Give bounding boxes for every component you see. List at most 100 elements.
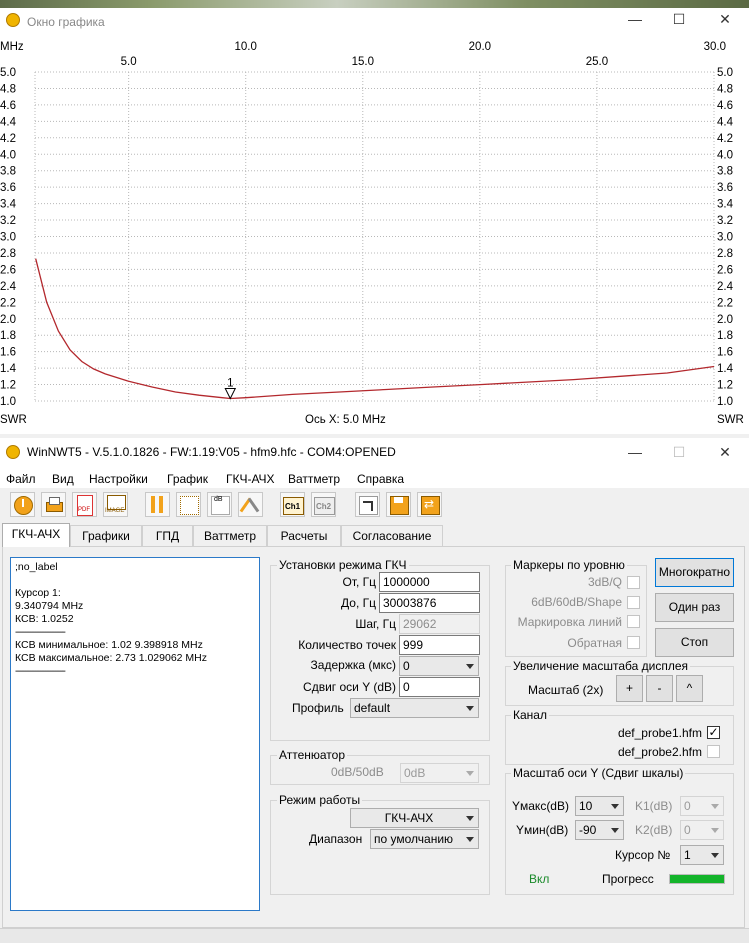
graph-window-title: Окно графика — [27, 15, 105, 29]
tab-sweep[interactable]: ГКЧ-АЧХ — [2, 523, 70, 547]
y-scale-title: Масштаб оси Y (Сдвиг шкалы) — [511, 766, 686, 780]
multi-sweep-button[interactable]: Многократно — [655, 558, 734, 587]
y-tick-labels-left: 5.0 4.8 4.6 4.4 4.2 4.0 3.8 3.6 3.4 3.2 3.0 2.8 2.6 2… — [0, 67, 17, 408]
image-icon[interactable]: IMAGE — [103, 492, 128, 517]
info-line: Курсор 1: — [15, 587, 61, 599]
profile-label: Профиль — [292, 701, 344, 715]
range-select[interactable]: по умолчанию — [370, 829, 479, 849]
cursor-label: Курсор № — [615, 848, 671, 862]
info-line: КСВ минимальное: 1.02 9.398918 MHz — [15, 639, 203, 651]
y-tick-label: 4.2 — [0, 133, 16, 145]
exchange-icon[interactable]: ⇄ — [417, 492, 442, 517]
menu-graph[interactable]: График — [167, 470, 208, 488]
info-text-box[interactable]: ;no_label Курсор 1: 9.340794 MHz КСВ: 1.… — [10, 557, 260, 911]
tab-matching[interactable]: Согласование — [341, 525, 443, 546]
zoom-out-button[interactable]: - — [646, 675, 673, 702]
menu-help[interactable]: Справка — [357, 470, 404, 488]
y-tick-label: 3.0 — [0, 232, 16, 244]
marker-reverse-checkbox[interactable] — [627, 636, 640, 649]
ymax-label: Yмакс(dB) — [512, 799, 569, 813]
save-icon[interactable] — [386, 492, 411, 517]
mode-title: Режим работы — [277, 793, 363, 807]
swr-series-line — [35, 258, 715, 400]
minimize-icon[interactable]: — — [620, 8, 650, 30]
y-tick-label: 1.4 — [717, 363, 734, 375]
ymin-select[interactable]: -90 — [575, 820, 624, 840]
marker-lines-checkbox[interactable] — [627, 615, 640, 628]
maximize-icon[interactable]: ☐ — [664, 8, 694, 30]
probe1-checkbox[interactable]: ✓ — [707, 726, 720, 739]
sweep-icon[interactable] — [355, 492, 380, 517]
antenna-icon[interactable] — [238, 492, 263, 517]
y-tick-label: 2.4 — [0, 281, 17, 293]
zoom-in-button[interactable]: + — [616, 675, 643, 702]
profile-select[interactable]: default — [350, 698, 479, 718]
minimize-icon[interactable]: — — [620, 441, 650, 463]
y-tick-label: 5.0 — [717, 67, 733, 79]
level-markers-title: Маркеры по уровню — [511, 558, 627, 572]
menu-view[interactable]: Вид — [52, 470, 74, 488]
close-icon[interactable]: ✕ — [710, 8, 740, 30]
delay-select[interactable]: 0 — [399, 656, 479, 676]
print-icon[interactable] — [41, 492, 66, 517]
ch2-icon[interactable]: Ch2 — [311, 492, 336, 517]
ch1-icon[interactable]: Ch1 — [280, 492, 305, 517]
probe2-label: def_probe2.hfm — [617, 745, 702, 759]
x-tick-label: 20.0 — [469, 41, 491, 53]
menu-settings[interactable]: Настройки — [89, 470, 148, 488]
chevron-down-icon — [466, 706, 474, 711]
ymax-select[interactable]: 10 — [575, 796, 624, 816]
zoom-reset-button[interactable]: ^ — [676, 675, 703, 702]
power-icon[interactable] — [10, 492, 35, 517]
to-input[interactable]: 30003876 — [379, 593, 480, 613]
marker-label: 1 — [227, 378, 233, 390]
y-tick-label: 4.6 — [0, 100, 16, 112]
y-tick-label: 1.6 — [0, 347, 16, 359]
probe1-label: def_probe1.hfm — [617, 726, 702, 740]
marker-6db-checkbox[interactable] — [627, 596, 640, 609]
tab-calculations[interactable]: Расчеты — [267, 525, 341, 546]
background-strip — [0, 0, 749, 8]
tab-graphs[interactable]: Графики — [70, 525, 142, 546]
chart-grid — [34, 71, 715, 402]
x-tick-label: 10.0 — [235, 41, 257, 53]
marker-lines-label: Маркировка линий — [517, 615, 622, 629]
y-tick-label: 4.0 — [0, 149, 16, 161]
y-tick-label: 3.2 — [717, 215, 733, 227]
cursor-select[interactable]: 1 — [680, 845, 724, 865]
x-tick-label: 30.0 — [704, 41, 726, 53]
pdf-icon[interactable]: PDF — [72, 492, 97, 517]
attenuator-label: 0dB/50dB — [331, 765, 384, 779]
y-tick-label: 2.0 — [717, 314, 733, 326]
grid-icon[interactable] — [176, 492, 201, 517]
y-tick-label: 4.0 — [717, 149, 733, 161]
from-label: От, Гц — [342, 575, 376, 589]
marker-3db-checkbox[interactable] — [627, 576, 640, 589]
menu-sweep[interactable]: ГКЧ-АЧХ — [226, 470, 275, 488]
tab-wattmeter[interactable]: Ваттметр — [193, 525, 267, 546]
menu-wattmeter[interactable]: Ваттметр — [288, 470, 340, 488]
menu-file[interactable]: Файл — [6, 470, 36, 488]
app-logo-icon — [6, 445, 20, 459]
x-tick-label: 15.0 — [352, 56, 374, 68]
step-label: Шаг, Гц — [355, 617, 396, 631]
yshift-label: Сдвиг оси Y (dB) — [303, 680, 396, 694]
tab-vfo[interactable]: ГПД — [142, 525, 193, 546]
tools-icon[interactable] — [145, 492, 170, 517]
y-tick-label: 5.0 — [0, 67, 16, 79]
yshift-input[interactable]: 0 — [399, 677, 480, 697]
maximize-icon[interactable]: ☐ — [664, 441, 694, 463]
y-tick-label: 3.2 — [0, 215, 16, 227]
on-status-label: Вкл — [529, 872, 550, 886]
points-input[interactable]: 999 — [399, 635, 480, 655]
info-line: КСВ: 1.0252 — [15, 613, 74, 625]
probe2-checkbox[interactable] — [707, 745, 720, 758]
mode-select[interactable]: ГКЧ-АЧХ — [350, 808, 479, 828]
y-tick-label: 2.0 — [0, 314, 16, 326]
y-tick-label: 3.4 — [717, 199, 734, 211]
stop-button[interactable]: Стоп — [655, 628, 734, 657]
close-icon[interactable]: ✕ — [710, 441, 740, 463]
db-chart-icon[interactable]: dB — [207, 492, 232, 517]
from-input[interactable]: 1000000 — [379, 572, 480, 592]
single-sweep-button[interactable]: Один раз — [655, 593, 734, 622]
